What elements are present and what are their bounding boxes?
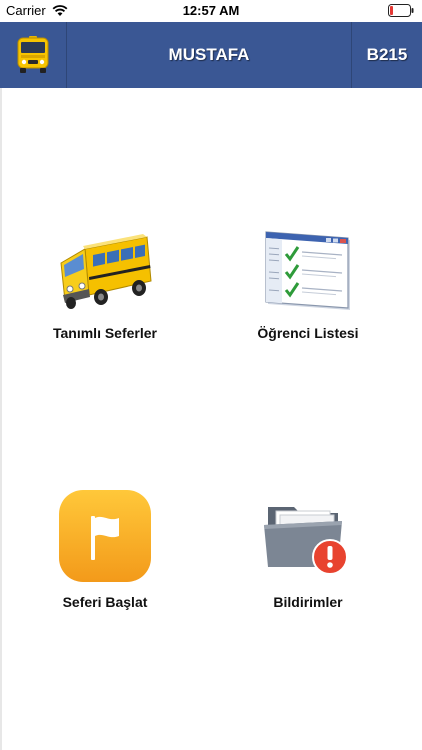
menu-label-notifications: Bildirimler (273, 594, 343, 610)
app-header: MUSTAFA B215 (0, 22, 422, 88)
flag-app-icon (59, 490, 151, 582)
app-screen: Carrier 12:57 AM MUSTAFA B215 Tanımlı Se… (0, 0, 422, 750)
header-bus-button[interactable] (0, 22, 67, 88)
menu-item-notifications[interactable]: Bildirimler (218, 492, 398, 610)
status-bar: Carrier 12:57 AM (0, 0, 422, 22)
menu-icon-container (50, 488, 160, 584)
menu-icon-container (50, 225, 160, 315)
menu-label-defined-trips: Tanımlı Seferler (52, 325, 157, 341)
menu-item-defined-trips[interactable]: Tanımlı Seferler (15, 225, 195, 341)
battery-icon (388, 4, 414, 17)
school-bus-icon (60, 234, 152, 309)
vehicle-code: B215 (366, 45, 408, 64)
folder-alert-icon (264, 507, 348, 575)
status-time: 12:57 AM (182, 3, 240, 18)
school-bus-icon (17, 36, 49, 73)
menu-icon-container (253, 492, 363, 584)
menu-label-student-list: Öğrenci Listesi (257, 325, 359, 341)
menu-item-student-list[interactable]: Öğrenci Listesi (218, 225, 398, 341)
header-code-button[interactable]: B215 (351, 22, 422, 88)
menu-item-start-trip[interactable]: Seferi Başlat (15, 488, 195, 610)
header-title: MUSTAFA (168, 45, 250, 64)
menu-label-start-trip: Seferi Başlat (62, 594, 148, 610)
side-drawer-edge[interactable] (0, 88, 2, 750)
menu-icon-container (253, 225, 363, 315)
checklist-window-icon (265, 231, 350, 310)
